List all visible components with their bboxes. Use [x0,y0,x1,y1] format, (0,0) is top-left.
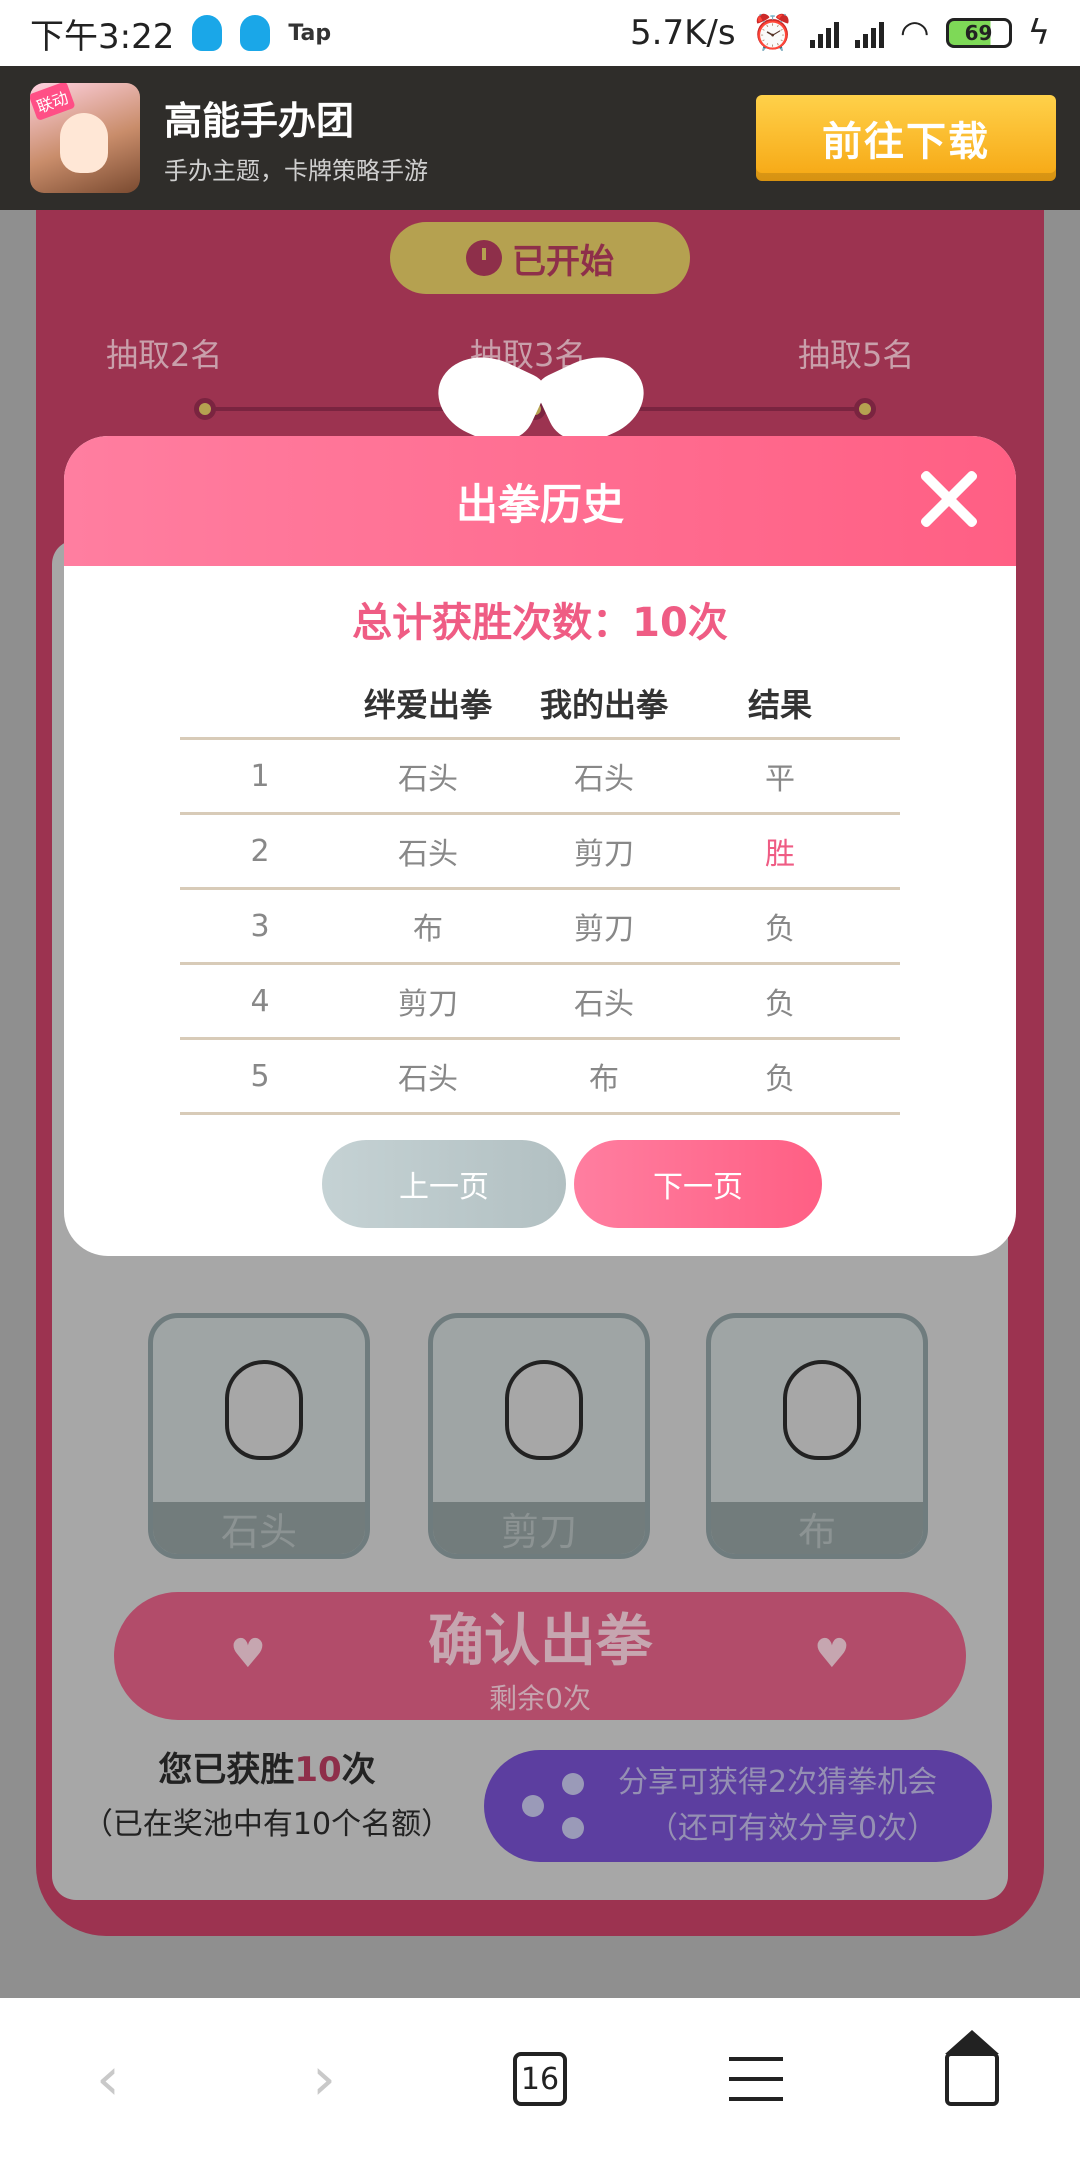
close-icon[interactable] [916,466,982,532]
share-icon [518,1771,588,1841]
tier-label: 抽取2名 [106,336,223,374]
history-table: 绊爱出拳 我的出拳 结果 1 石头 石头 平 2 石头 剪刀 胜 3 布 剪刀 … [180,668,900,1115]
collab-badge: 联动 [30,83,76,121]
alarm-icon: ⏰ [751,13,794,53]
status-pill: 已开始 [390,222,690,294]
result: 胜 [765,837,795,872]
result: 平 [765,762,795,797]
choice-label: 石头 [153,1502,365,1554]
signal-hd-icon [854,18,884,48]
result: 负 [765,987,795,1022]
opponent-move: 石头 [398,1062,458,1097]
my-move: 剪刀 [574,837,634,872]
signal-icon [809,18,839,48]
round-number: 5 [250,1058,270,1094]
my-move: 剪刀 [574,912,634,947]
remaining-count: 剩余0次 [489,1681,591,1715]
forward-icon[interactable]: › [279,2034,369,2124]
share-line1: 分享可获得2次猜拳机会 [618,1765,938,1800]
scissors-hand-icon [505,1360,583,1460]
ad-title: 高能手办团 [164,99,355,143]
opponent-move: 石头 [398,837,458,872]
round-number: 2 [250,833,270,869]
tier-label: 抽取5名 [798,336,915,374]
tier-dot [194,398,216,420]
battery-icon: 69 [945,18,1012,48]
total-wins: 总计获胜次数：10次 [352,600,728,646]
battery-level: 69 [964,21,993,45]
qq-icon [240,15,271,51]
status-bar: 下午3:22 Tap 5.7K/s ⏰ ◠ 69 ϟ [0,0,1080,66]
modal-header: 出拳历史 [64,436,1016,566]
share-button[interactable]: 分享可获得2次猜拳机会 （还可有效分享0次） [484,1750,992,1862]
column-header: 我的出拳 [539,685,668,724]
tab-count: 16 [513,2052,567,2106]
opponent-move: 布 [413,912,443,947]
choice-label: 布 [711,1502,923,1554]
home-icon[interactable] [927,2030,1017,2124]
game-app-icon[interactable]: 联动 [30,83,140,193]
wins-suffix: 次 [341,1750,376,1790]
punch-history-modal: 出拳历史 总计获胜次数：10次 绊爱出拳 我的出拳 结果 1 石头 石头 平 2… [64,436,1016,1256]
tier-dot [854,398,876,420]
prev-page-button[interactable]: 上一页 [322,1140,566,1228]
back-icon[interactable]: ‹ [63,2034,153,2124]
menu-icon[interactable] [711,2034,801,2124]
my-move: 石头 [574,987,634,1022]
status-time: 下午3:22 [30,16,175,57]
charging-icon: ϟ [1027,13,1050,53]
opponent-move: 石头 [398,762,458,797]
confirm-label: 确认出拳 [428,1608,652,1674]
rock-button[interactable]: 石头 [148,1313,370,1559]
table-row: 3 布 剪刀 负 [180,890,900,965]
my-move: 石头 [574,762,634,797]
paper-button[interactable]: 布 [706,1313,928,1559]
ad-banner[interactable]: 联动 高能手办团 手办主题，卡牌策略手游 前往下载 [0,66,1080,210]
round-number: 1 [250,758,270,794]
clock-icon [466,240,502,276]
share-line2: （还可有效分享0次） [648,1811,938,1846]
browser-nav-bar: ‹ › 16 [0,1998,1080,2160]
status-label: 已开始 [512,241,614,282]
result: 负 [765,912,795,947]
confirm-punch-button[interactable]: ♥ ♥ 确认出拳 剩余0次 [114,1592,966,1720]
table-row: 5 石头 布 负 [180,1040,900,1115]
ad-subtitle: 手办主题，卡牌策略手游 [164,157,428,185]
round-number: 3 [250,908,270,944]
wins-prefix: 您已获胜 [158,1750,295,1790]
wifi-icon: ◠ [899,13,930,53]
next-page-button[interactable]: 下一页 [574,1140,822,1228]
wins-summary: 您已获胜10次 （已在奖池中有10个名额） [72,1742,462,1843]
qq-icon [192,15,223,51]
pool-note: （已在奖池中有10个名额） [82,1807,452,1842]
heart-icon: ♥ [230,1631,266,1677]
wins-line: 您已获胜10次 [72,1742,462,1791]
wins-count: 10 [294,1750,342,1790]
round-number: 4 [250,983,270,1019]
modal-title: 出拳历史 [455,479,624,529]
rock-hand-icon [225,1360,303,1460]
download-button[interactable]: 前往下载 [756,95,1056,181]
heart-icon: ♥ [814,1631,850,1677]
paper-hand-icon [783,1360,861,1460]
result: 负 [765,1062,795,1097]
column-header: 绊爱出拳 [363,685,492,724]
table-row: 1 石头 石头 平 [180,740,900,815]
table-row: 2 石头 剪刀 胜 [180,815,900,890]
opponent-move: 剪刀 [398,987,458,1022]
my-move: 布 [589,1062,619,1097]
tap-app-icon: Tap [288,20,332,46]
column-header: 结果 [747,685,812,724]
scissors-button[interactable]: 剪刀 [428,1313,650,1559]
table-header: 绊爱出拳 我的出拳 结果 [180,668,900,740]
tabs-button[interactable]: 16 [495,2034,585,2124]
table-row: 4 剪刀 石头 负 [180,965,900,1040]
net-speed: 5.7K/s [630,13,736,53]
choice-label: 剪刀 [433,1502,645,1554]
